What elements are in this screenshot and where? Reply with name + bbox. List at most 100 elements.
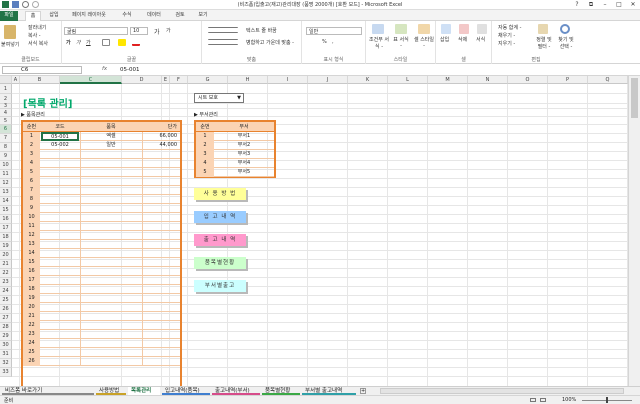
- sheet-tab-1[interactable]: 사용방법: [96, 387, 126, 395]
- scroll-thumb[interactable]: [631, 78, 638, 118]
- row-header-26[interactable]: 26: [0, 305, 12, 314]
- column-header-g[interactable]: G: [188, 76, 228, 84]
- format-table-button[interactable]: 표 서식 -: [392, 36, 410, 49]
- number-format-select[interactable]: 일반: [306, 27, 362, 35]
- row-header-20[interactable]: 20: [0, 251, 12, 260]
- row-header-1[interactable]: 1: [0, 84, 12, 94]
- row-header-15[interactable]: 15: [0, 206, 12, 215]
- sheet-tab-5[interactable]: 품목별현황: [262, 387, 300, 395]
- row-header-18[interactable]: 18: [0, 233, 12, 242]
- autosum-button[interactable]: 자동 합계 -: [498, 24, 521, 31]
- row-header-33[interactable]: 33: [0, 368, 12, 377]
- dept-name[interactable]: 부서4: [214, 159, 274, 168]
- column-header-d[interactable]: D: [122, 76, 162, 84]
- zoom-level[interactable]: 100%: [562, 397, 576, 403]
- item-cell[interactable]: 일반: [80, 141, 142, 150]
- fill-button[interactable]: 채우기 -: [498, 32, 515, 39]
- fill-color-icon[interactable]: [118, 39, 126, 46]
- conditional-format-icon[interactable]: [372, 24, 384, 34]
- column-header-a[interactable]: A: [12, 76, 20, 84]
- comma-button[interactable]: ,: [332, 39, 334, 45]
- row-header-13[interactable]: 13: [0, 188, 12, 197]
- copy-button[interactable]: 복사 -: [28, 32, 41, 39]
- code-cell[interactable]: 05-001: [41, 132, 79, 141]
- close-button[interactable]: ✕: [626, 0, 640, 10]
- column-header-j[interactable]: J: [308, 76, 348, 84]
- tab-home[interactable]: 홈: [25, 11, 41, 21]
- sheet-tab-2[interactable]: 목록관리: [128, 387, 160, 395]
- font-color-icon[interactable]: [132, 39, 140, 46]
- horizontal-scrollbar[interactable]: [380, 388, 624, 394]
- column-header-q[interactable]: Q: [588, 76, 628, 84]
- row-header-14[interactable]: 14: [0, 197, 12, 206]
- percent-button[interactable]: %: [322, 39, 327, 45]
- dept-name[interactable]: 부서1: [214, 132, 274, 141]
- paste-button[interactable]: 붙여넣기: [1, 41, 19, 48]
- select-all-corner[interactable]: [0, 76, 12, 84]
- spreadsheet-grid[interactable]: ABCDEFGHIJKLMNOPQR 123456789101112131415…: [0, 76, 628, 386]
- insert-cells-button[interactable]: 삽입: [440, 36, 449, 43]
- row-header-31[interactable]: 31: [0, 350, 12, 359]
- row-header-8[interactable]: 8: [0, 143, 12, 152]
- sort-filter-icon[interactable]: [538, 24, 548, 34]
- dept-name[interactable]: 부서5: [214, 168, 274, 177]
- vertical-scrollbar[interactable]: [628, 76, 640, 386]
- row-header-30[interactable]: 30: [0, 341, 12, 350]
- bold-button[interactable]: 가: [66, 39, 71, 46]
- tab-review[interactable]: 검토: [171, 11, 189, 21]
- column-header-h[interactable]: H: [228, 76, 268, 84]
- column-header-b[interactable]: B: [20, 76, 60, 84]
- sheet-tab-3[interactable]: 입고내역(품목): [162, 387, 210, 395]
- maximize-button[interactable]: □: [612, 0, 626, 10]
- column-header-i[interactable]: I: [268, 76, 308, 84]
- row-header-29[interactable]: 29: [0, 332, 12, 341]
- tab-formulas[interactable]: 수식: [118, 11, 136, 21]
- column-header-f[interactable]: F: [170, 76, 188, 84]
- row-header-16[interactable]: 16: [0, 215, 12, 224]
- paste-icon[interactable]: [4, 25, 16, 39]
- column-header-m[interactable]: M: [428, 76, 468, 84]
- cell-styles-icon[interactable]: [418, 24, 430, 34]
- row-header-17[interactable]: 17: [0, 224, 12, 233]
- formula-input[interactable]: 05-001: [120, 66, 139, 74]
- delete-cells-button[interactable]: 삭제: [458, 36, 467, 43]
- find-icon[interactable]: [560, 24, 570, 34]
- cut-button[interactable]: 잘라내기: [28, 24, 46, 31]
- tab-data[interactable]: 데이터: [142, 11, 166, 21]
- border-icon[interactable]: [102, 39, 110, 46]
- row-header-24[interactable]: 24: [0, 287, 12, 296]
- row-header-23[interactable]: 23: [0, 278, 12, 287]
- delete-cells-icon[interactable]: [459, 24, 469, 34]
- item-status-button[interactable]: 품목별현황: [194, 257, 246, 269]
- conditional-format-button[interactable]: 조건부 서식 -: [368, 36, 390, 50]
- row-header-9[interactable]: 9: [0, 152, 12, 161]
- align-left-icon[interactable]: [208, 39, 238, 45]
- price-cell[interactable]: 44,000: [142, 141, 180, 150]
- dept-name[interactable]: 부서2: [214, 141, 274, 150]
- grow-font-button[interactable]: 가: [154, 27, 160, 36]
- align-top-icon[interactable]: [208, 27, 238, 33]
- new-sheet-icon[interactable]: +: [360, 388, 366, 394]
- row-header-27[interactable]: 27: [0, 314, 12, 323]
- row-header-12[interactable]: 12: [0, 179, 12, 188]
- row-header-19[interactable]: 19: [0, 242, 12, 251]
- format-painter-button[interactable]: 서식 복사: [28, 40, 48, 47]
- row-header-10[interactable]: 10: [0, 161, 12, 170]
- cell-styles-button[interactable]: 셀 스타일 -: [414, 36, 434, 49]
- dept-outbound-button[interactable]: 부서별출고: [194, 280, 246, 292]
- help-icon[interactable]: ?: [570, 0, 584, 10]
- minimize-button[interactable]: –: [598, 0, 612, 10]
- sheet-tab-4[interactable]: 출고내역(부서): [212, 387, 260, 395]
- column-header-k[interactable]: K: [348, 76, 388, 84]
- inbound-button[interactable]: 입 고 내 역: [194, 211, 246, 223]
- usage-button[interactable]: 사 용 방 법: [194, 188, 246, 200]
- row-header-21[interactable]: 21: [0, 260, 12, 269]
- column-header-c[interactable]: C: [60, 76, 122, 84]
- underline-button[interactable]: 가: [86, 39, 91, 46]
- page-layout-view-icon[interactable]: [540, 398, 546, 402]
- column-header-l[interactable]: L: [388, 76, 428, 84]
- font-name-select[interactable]: 굴림: [64, 27, 128, 35]
- column-header-o[interactable]: O: [508, 76, 548, 84]
- row-header-25[interactable]: 25: [0, 296, 12, 305]
- tab-insert[interactable]: 삽입: [46, 11, 62, 21]
